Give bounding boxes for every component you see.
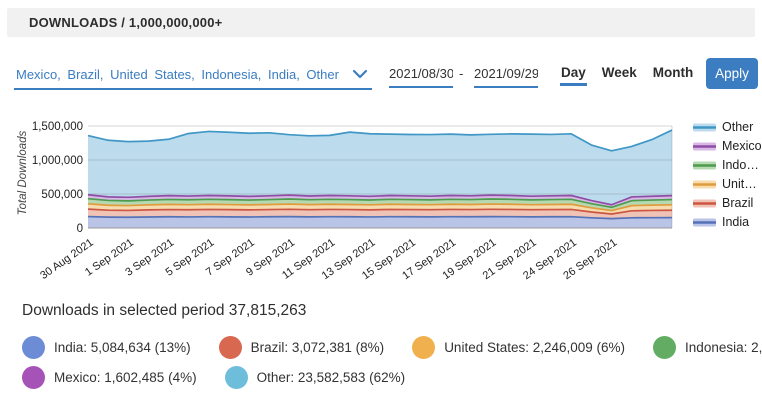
granularity-day-button[interactable]: Day: [560, 63, 587, 86]
chart-legend: Other Mexico Indo… Unit… Brazil India: [693, 120, 762, 229]
breakdown-text: Other: 23,582,583 (62%): [257, 370, 406, 385]
legend-label: Brazil: [722, 196, 753, 210]
breakdown-color-dot: [225, 366, 248, 389]
legend-swatch-icon: [693, 161, 716, 170]
granularity-toggle: Day Week Month: [560, 63, 694, 86]
country-multiselect[interactable]: Mexico, Brazil, United States, Indonesia…: [14, 60, 372, 90]
legend-label: Mexico: [722, 139, 762, 153]
breakdown-item-united-states: United States: 2,246,009 (6%): [412, 336, 625, 359]
granularity-month-button[interactable]: Month: [652, 63, 694, 86]
legend-swatch-icon: [693, 123, 716, 132]
apply-button[interactable]: Apply: [706, 58, 758, 89]
granularity-week-button[interactable]: Week: [601, 63, 638, 86]
summary-line: Downloads in selected period 37,815,263: [22, 302, 306, 320]
chart-legend-item-Mexico[interactable]: Mexico: [693, 139, 762, 153]
breakdown-item-india: India: 5,084,634 (13%): [22, 336, 191, 359]
breakdown-text: Mexico: 1,602,485 (4%): [54, 370, 197, 385]
downloads-chart: 0500,0001,000,0001,500,00030 Aug 20211 S…: [0, 112, 762, 294]
chart-legend-item-Unit[interactable]: Unit…: [693, 177, 762, 191]
legend-swatch-icon: [693, 180, 716, 189]
breakdown-legend: India: 5,084,634 (13%) Brazil: 3,072,381 …: [22, 336, 742, 389]
breakdown-item-other: Other: 23,582,583 (62%): [225, 366, 406, 389]
breakdown-item-indonesia: Indonesia: 2,227,171 (6%): [653, 336, 762, 359]
page-header: DOWNLOADS / 1,000,000,000+: [7, 8, 755, 37]
chart-legend-item-Brazil[interactable]: Brazil: [693, 196, 762, 210]
breakdown-text: United States: 2,246,009 (6%): [444, 340, 625, 355]
y-tick-label: 1,500,000: [32, 121, 83, 133]
breakdown-color-dot: [22, 366, 45, 389]
area-series-India: [88, 217, 672, 228]
y-tick-label: 1,000,000: [32, 155, 83, 167]
breakdown-color-dot: [22, 336, 45, 359]
summary-total: 37,815,263: [229, 302, 307, 319]
chart-legend-item-India[interactable]: India: [693, 215, 762, 229]
legend-swatch-icon: [693, 199, 716, 208]
breakdown-text: Indonesia: 2,227,171 (6%): [685, 340, 762, 355]
summary-label: Downloads in selected period: [22, 302, 224, 319]
country-multiselect-value: Mexico, Brazil, United States, Indonesia…: [16, 67, 339, 82]
breakdown-color-dot: [653, 336, 676, 359]
page-title: DOWNLOADS / 1,000,000,000+: [29, 15, 222, 30]
y-tick-label: 500,000: [41, 189, 83, 201]
breakdown-item-brazil: Brazil: 3,072,381 (8%): [219, 336, 385, 359]
y-tick-label: 0: [77, 223, 83, 235]
legend-label: Indo…: [722, 158, 759, 172]
legend-swatch-icon: [693, 142, 716, 151]
chart-legend-item-Other[interactable]: Other: [693, 120, 762, 134]
breakdown-text: India: 5,084,634 (13%): [54, 340, 191, 355]
legend-label: India: [722, 215, 749, 229]
date-to-input[interactable]: [474, 60, 538, 88]
legend-label: Other: [722, 120, 753, 134]
chevron-down-icon: [352, 69, 368, 79]
breakdown-color-dot: [219, 336, 242, 359]
breakdown-color-dot: [412, 336, 435, 359]
breakdown-item-mexico: Mexico: 1,602,485 (4%): [22, 366, 197, 389]
breakdown-text: Brazil: 3,072,381 (8%): [251, 340, 385, 355]
date-from-input[interactable]: [389, 60, 453, 88]
legend-swatch-icon: [693, 218, 716, 227]
date-range-separator: -: [459, 66, 463, 81]
legend-label: Unit…: [722, 177, 757, 191]
chart-legend-item-Indo[interactable]: Indo…: [693, 158, 762, 172]
